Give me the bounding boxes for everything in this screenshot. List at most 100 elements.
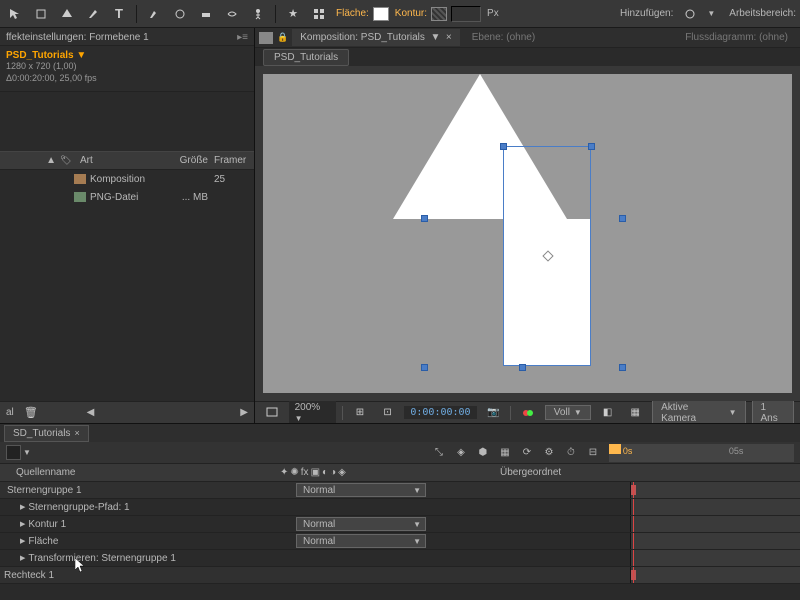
channel-icon[interactable] (517, 402, 539, 424)
grid-icon[interactable] (308, 3, 330, 25)
lock-icon[interactable]: 🔒 (277, 32, 288, 43)
blend-mode-dropdown[interactable]: Normal▼ (296, 483, 426, 497)
switch-icon[interactable]: fx (301, 467, 309, 478)
tl-grapheditor-icon[interactable]: ⊟ (585, 445, 601, 461)
eraser-tool-icon[interactable] (195, 3, 217, 25)
switch-icon[interactable]: ✺ (290, 467, 298, 478)
close-icon[interactable]: × (74, 428, 79, 438)
chevron-down-icon[interactable]: ▼ (23, 448, 31, 457)
add-dropdown-icon[interactable] (679, 3, 701, 25)
handle[interactable] (588, 143, 595, 150)
separator (275, 5, 276, 23)
clone-tool-icon[interactable] (169, 3, 191, 25)
handle[interactable] (519, 364, 526, 371)
col-source-name[interactable]: Quellenname (0, 467, 280, 478)
selection-tool-icon[interactable] (4, 3, 26, 25)
trash-icon[interactable]: 🗑 (20, 402, 42, 424)
composition-viewer[interactable] (255, 66, 800, 401)
resolution-dropdown[interactable]: Voll▼ (545, 405, 591, 420)
roi-icon[interactable]: ◧ (597, 402, 619, 424)
timeline-search-icon[interactable] (6, 445, 21, 460)
layer-property-row[interactable]: ▶Kontur 1 Normal▼ (0, 516, 800, 533)
workspace-label: Arbeitsbereich: (729, 8, 796, 19)
current-time-indicator[interactable] (609, 444, 621, 462)
layer-name: Sternengruppe 1 (7, 485, 82, 496)
twirl-icon[interactable]: ▶ (20, 554, 25, 562)
guides-toggle-icon[interactable]: ⊡ (377, 402, 399, 424)
project-item-comp[interactable]: Komposition 25 (0, 170, 254, 188)
comp-panel-tabs: 🔒 Komposition: PSD_Tutorials ▼ × Ebene: … (255, 28, 800, 48)
tag-icon[interactable]: 🏷 (60, 155, 76, 166)
scroll-right-icon[interactable]: ▶ (240, 407, 248, 418)
switch-icon[interactable]: ◑ (330, 467, 336, 478)
layer-property-row[interactable]: ▶Sternengruppe-Pfad: 1 (0, 499, 800, 516)
pen-tool-icon[interactable] (82, 3, 104, 25)
switch-icon[interactable]: ◈ (338, 467, 346, 478)
col-size[interactable]: Größe (164, 155, 214, 166)
property-name: Sternengruppe-Pfad: 1 (28, 502, 129, 513)
handle[interactable] (421, 364, 428, 371)
comp-name[interactable]: PSD_Tutorials ▼ (6, 50, 248, 61)
canvas[interactable] (263, 74, 792, 393)
timeline-tab[interactable]: SD_Tutorials× (4, 425, 89, 442)
switch-icon[interactable]: ✦ (280, 467, 288, 478)
col-framerate[interactable]: Framer (214, 155, 254, 166)
handle[interactable] (619, 215, 626, 222)
magnify-icon[interactable] (261, 402, 283, 424)
breadcrumb-item[interactable]: PSD_Tutorials (263, 49, 349, 66)
camera-dropdown[interactable]: Aktive Kamera▼ (652, 400, 745, 426)
stroke-swatch[interactable] (431, 7, 447, 21)
tab-flowchart[interactable]: Flussdiagramm: (ohne) (677, 29, 796, 46)
tl-motionblur-icon[interactable]: ⟳ (519, 445, 535, 461)
stroke-width-input[interactable] (451, 6, 481, 22)
project-item-png[interactable]: PNG-Datei ... MB (0, 188, 254, 206)
fill-swatch[interactable] (373, 7, 389, 21)
switch-icon[interactable]: ◐ (322, 467, 328, 478)
col-switches: ✦ ✺ fx ▣ ◐ ◑ ◈ (280, 467, 400, 478)
tab-composition[interactable]: Komposition: PSD_Tutorials ▼ × (292, 29, 460, 46)
current-time[interactable]: 0:00:00:00 (404, 406, 476, 419)
layer-row[interactable]: Sternengruppe 1 Normal▼ (0, 482, 800, 499)
twirl-icon[interactable]: ▶ (20, 537, 25, 545)
bpc-label[interactable]: al (6, 407, 14, 418)
panel-menu-icon[interactable]: ▸≡ (237, 32, 248, 43)
type-tool-icon[interactable]: T (108, 3, 130, 25)
snapshot-icon[interactable]: 📷 (483, 402, 505, 424)
blend-mode-dropdown[interactable]: Normal▼ (296, 517, 426, 531)
shape-tool-icon[interactable] (56, 3, 78, 25)
view-count-dropdown[interactable]: 1 Ans (752, 400, 795, 426)
sort-arrow-icon[interactable]: ▲ (0, 155, 60, 166)
blend-mode-dropdown[interactable]: Normal▼ (296, 534, 426, 548)
layer-row[interactable]: Rechteck 1 (0, 567, 800, 584)
handle[interactable] (421, 215, 428, 222)
layer-property-row[interactable]: ▶Transformieren: Sternengruppe 1 (0, 550, 800, 567)
tl-graph-icon[interactable]: ⤡ (431, 445, 447, 461)
hand-tool-icon[interactable] (30, 3, 52, 25)
tl-draft3d-icon[interactable]: ◈ (453, 445, 469, 461)
tl-brainstorm-icon[interactable]: ⚙ (541, 445, 557, 461)
star-icon[interactable]: ★ (282, 3, 304, 25)
roto-tool-icon[interactable] (221, 3, 243, 25)
tab-layer[interactable]: Ebene: (ohne) (464, 29, 543, 46)
timeline-ruler[interactable]: 0s 05s (609, 444, 794, 462)
brush-tool-icon[interactable] (143, 3, 165, 25)
col-parent[interactable]: Übergeordnet (400, 467, 561, 478)
switch-icon[interactable]: ▣ (311, 467, 320, 478)
zoom-dropdown[interactable]: 200% ▼ (289, 401, 337, 425)
twirl-icon[interactable]: ▶ (20, 520, 25, 528)
scroll-left-icon[interactable]: ◀ (87, 407, 95, 418)
add-label: Hinzufügen: (620, 8, 673, 19)
handle[interactable] (500, 143, 507, 150)
grid-toggle-icon[interactable]: ⊞ (349, 402, 371, 424)
tl-autokey-icon[interactable]: ⏱ (563, 445, 579, 461)
puppet-tool-icon[interactable] (247, 3, 269, 25)
tl-shy-icon[interactable]: ⬢ (475, 445, 491, 461)
tl-frameblend-icon[interactable]: ▦ (497, 445, 513, 461)
twirl-icon[interactable]: ▶ (20, 503, 25, 511)
project-search-area (0, 92, 254, 152)
transparency-icon[interactable]: ▦ (624, 402, 646, 424)
col-type[interactable]: Art (76, 155, 164, 166)
handle[interactable] (619, 364, 626, 371)
layer-property-row[interactable]: ▶Fläche Normal▼ (0, 533, 800, 550)
chevron-down-icon[interactable]: ▼ (707, 9, 715, 18)
